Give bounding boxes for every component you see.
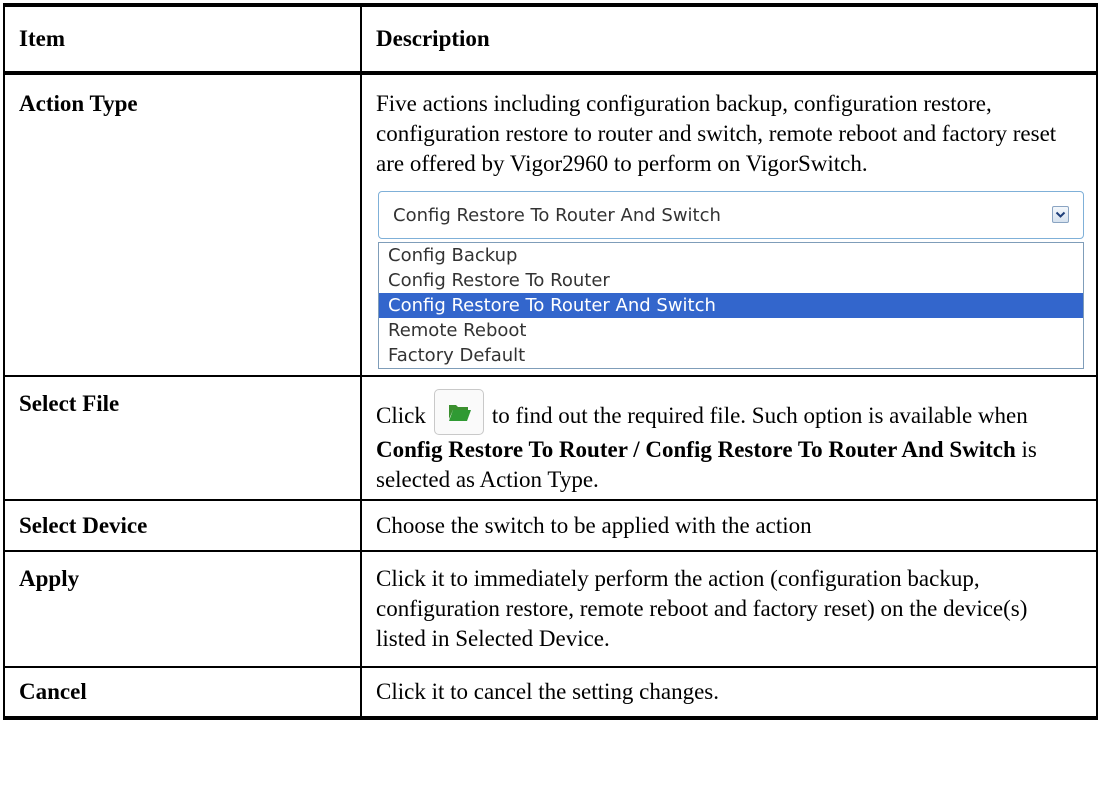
select-file-pre: Click	[376, 403, 426, 428]
header-item: Item	[3, 3, 362, 75]
option-config-restore-router-switch[interactable]: Config Restore To Router And Switch	[379, 293, 1083, 318]
table-row-cancel: Cancel Click it to cancel the setting ch…	[3, 666, 1098, 720]
desc-select-device: Choose the switch to be applied with the…	[360, 499, 1098, 552]
table-row-select-device: Select Device Choose the switch to be ap…	[3, 499, 1098, 552]
table-row-select-file: Select File Click to find out the require…	[3, 375, 1098, 501]
option-config-restore-router[interactable]: Config Restore To Router	[379, 268, 1083, 293]
action-type-select[interactable]: Config Restore To Router And Switch	[378, 191, 1084, 239]
table-row-action-type: Action Type Five actions including confi…	[3, 72, 1098, 377]
action-type-dropdown[interactable]: Config Restore To Router And Switch Conf…	[378, 191, 1084, 369]
header-description: Description	[360, 3, 1098, 75]
item-select-device: Select Device	[3, 499, 362, 552]
folder-button[interactable]	[433, 389, 484, 435]
chevron-down-icon[interactable]	[1052, 206, 1069, 223]
action-type-options: Config Backup Config Restore To Router C…	[378, 242, 1084, 369]
item-apply: Apply	[3, 550, 362, 668]
item-action-type: Action Type	[3, 72, 362, 377]
desc-cancel: Click it to cancel the setting changes.	[360, 666, 1098, 720]
option-factory-default[interactable]: Factory Default	[379, 343, 1083, 368]
action-type-selected-value: Config Restore To Router And Switch	[393, 205, 721, 226]
desc-action-type: Five actions including configuration bac…	[360, 72, 1098, 377]
select-file-bold: Config Restore To Router / Config Restor…	[376, 437, 1016, 462]
select-file-post: to find out the required file. Such opti…	[491, 403, 1028, 428]
item-select-file: Select File	[3, 375, 362, 501]
desc-select-file: Click to find out the required file. Such…	[360, 375, 1098, 501]
folder-open-icon	[448, 405, 471, 421]
desc-action-type-text: Five actions including configuration bac…	[376, 91, 1057, 176]
description-table: Item Description Action Type Five action…	[3, 3, 1098, 720]
item-cancel: Cancel	[3, 666, 362, 720]
table-header-row: Item Description	[3, 3, 1098, 75]
option-remote-reboot[interactable]: Remote Reboot	[379, 318, 1083, 343]
option-config-backup[interactable]: Config Backup	[379, 243, 1083, 268]
desc-apply: Click it to immediately perform the acti…	[360, 550, 1098, 668]
table-row-apply: Apply Click it to immediately perform th…	[3, 550, 1098, 668]
